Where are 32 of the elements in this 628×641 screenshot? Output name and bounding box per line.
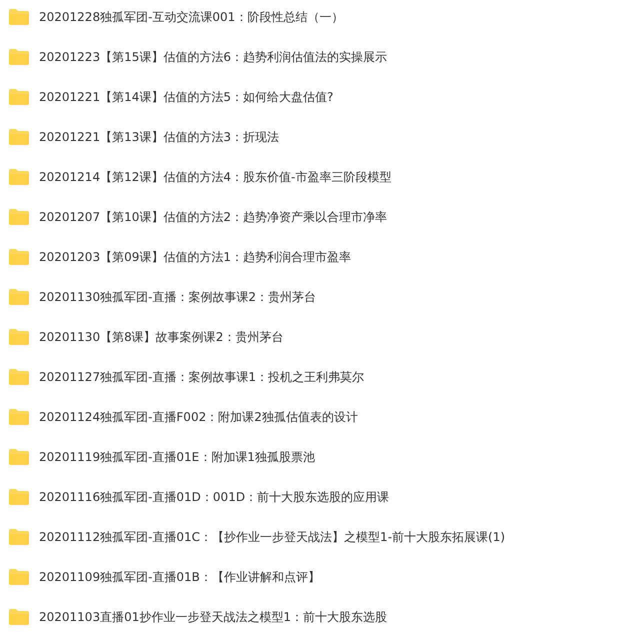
- folder-icon[interactable]: [9, 89, 29, 105]
- folder-name[interactable]: 20201214【第12课】估值的方法4：股东价值-市盈率三阶段模型: [39, 168, 392, 186]
- folder-name[interactable]: 20201119独孤军团-直播01E：附加课1独孤股票池: [39, 448, 315, 466]
- folder-icon[interactable]: [9, 9, 29, 25]
- folder-icon[interactable]: [9, 609, 29, 625]
- folder-icon[interactable]: [9, 209, 29, 225]
- folder-icon[interactable]: [9, 529, 29, 545]
- folder-icon[interactable]: [9, 569, 29, 585]
- folder-name[interactable]: 20201130【第8课】故事案例课2：贵州茅台: [39, 328, 284, 346]
- folder-icon[interactable]: [9, 489, 29, 505]
- folder-name[interactable]: 20201124独孤军团-直播F002：附加课2独孤估值表的设计: [39, 408, 358, 426]
- folder-name[interactable]: 20201130独孤军团-直播：案例故事课2：贵州茅台: [39, 288, 316, 306]
- folder-icon[interactable]: [9, 49, 29, 65]
- folder-icon[interactable]: [9, 249, 29, 265]
- folder-icon[interactable]: [9, 329, 29, 345]
- folder-name[interactable]: 20201116独孤军团-直播01D：001D：前十大股东选股的应用课: [39, 488, 390, 506]
- folder-name[interactable]: 20201223【第15课】估值的方法6：趋势利润估值法的实操展示: [39, 48, 387, 66]
- folder-icon[interactable]: [9, 129, 29, 145]
- folder-icon[interactable]: [9, 409, 29, 425]
- folder-name[interactable]: 20201207【第10课】估值的方法2：趋势净资产乘以合理市净率: [39, 208, 387, 226]
- folder-name[interactable]: 20201228独孤军团-互动交流课001：阶段性总结（一）: [39, 8, 344, 26]
- folder-name[interactable]: 20201112独孤军团-直播01C：【抄作业一步登天战法】之模型1-前十大股东拓展课(1): [39, 528, 506, 546]
- folder-icon[interactable]: [9, 449, 29, 465]
- folder-name[interactable]: 20201109独孤军团-直播01B：【作业讲解和点评】: [39, 568, 320, 586]
- folder-icon[interactable]: [9, 169, 29, 185]
- folder-name[interactable]: 20201221【第14课】估值的方法5：如何给大盘估值?: [39, 88, 334, 106]
- folder-icon[interactable]: [9, 289, 29, 305]
- folder-name[interactable]: 20201103直播01抄作业一步登天战法之模型1：前十大股东选股: [39, 608, 387, 626]
- folder-name[interactable]: 20201127独孤军团-直播：案例故事课1：投机之王利弗莫尔: [39, 368, 364, 386]
- folder-icon[interactable]: [9, 369, 29, 385]
- folder-name[interactable]: 20201203【第09课】估值的方法1：趋势利润合理市盈率: [39, 248, 351, 266]
- folder-name[interactable]: 20201221【第13课】估值的方法3：折现法: [39, 128, 279, 146]
